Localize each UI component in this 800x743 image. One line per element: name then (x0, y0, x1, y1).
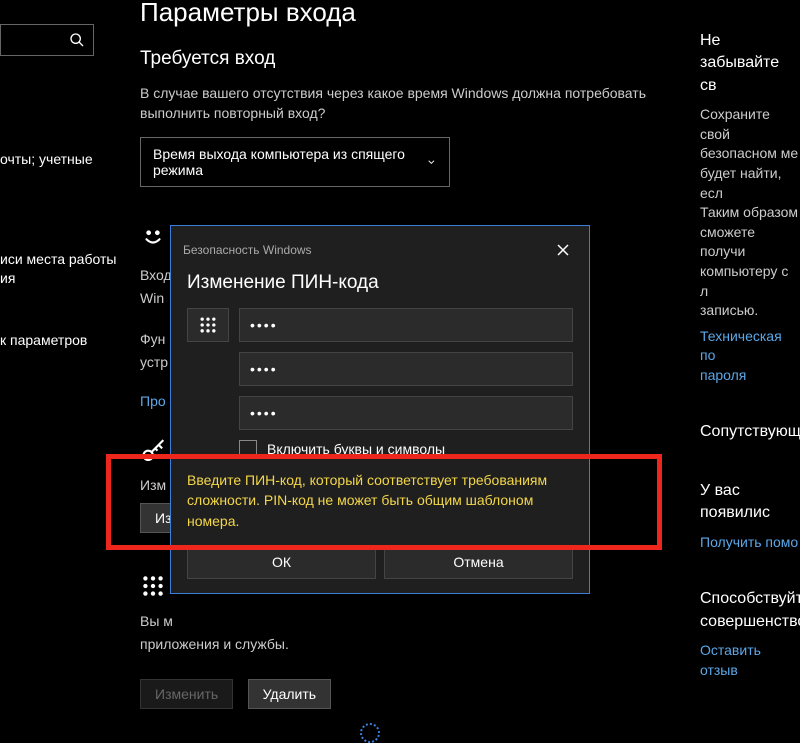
app-delete-button[interactable]: Удалить (248, 679, 331, 709)
left-sidebar: очты; учетные иси места работы ия к пара… (0, 150, 130, 392)
dropdown-label: Время выхода компьютера из спящего режим… (153, 146, 426, 178)
sidebar-item-accounts[interactable]: очты; учетные (0, 150, 130, 170)
right-heading-1: Не забывайте св (700, 30, 800, 97)
timeout-dropdown[interactable]: Время выхода компьютера из спящего режим… (140, 137, 450, 187)
pin-new-input[interactable] (239, 352, 573, 386)
key-icon (140, 439, 168, 467)
keypad-icon-large (140, 573, 166, 599)
section-login-required-text: В случае вашего отсутствия через какое в… (140, 84, 670, 123)
sidebar-item-work[interactable]: иси места работы ия (0, 250, 130, 289)
error-message: Введите ПИН-код, который соответствует т… (187, 470, 573, 531)
right-panel: Не забывайте св Сохраните свой безопасно… (700, 30, 800, 716)
pin-confirm-input[interactable] (239, 396, 573, 430)
chevron-down-icon (426, 156, 437, 168)
app-change-button: Изменить (140, 679, 233, 709)
app-text-1: Вы м (140, 611, 670, 632)
sidebar-item-params[interactable]: к параметров (0, 331, 130, 351)
pin-change-dialog: Безопасность Windows Изменение ПИН-кода … (170, 225, 590, 594)
right-link-4[interactable]: Оставить отзыв (700, 641, 800, 680)
include-letters-checkbox[interactable] (239, 440, 257, 458)
close-icon (557, 244, 569, 256)
loading-spinner (360, 723, 380, 743)
right-body-1: Сохраните свой безопасном ме будет найти… (700, 105, 800, 321)
cancel-button[interactable]: Отмена (384, 545, 573, 579)
right-link-1[interactable]: Техническая по пароля (700, 327, 800, 386)
section-login-required-title: Требуется вход (140, 48, 670, 70)
right-heading-4: Способствуйте совершенствов (700, 588, 800, 633)
checkbox-label: Включить буквы и символы (267, 441, 445, 457)
right-heading-3: У вас появилис (700, 480, 800, 525)
smiley-icon (140, 223, 166, 249)
close-button[interactable] (549, 236, 577, 264)
pin-current-input[interactable] (239, 308, 573, 342)
page-title: Параметры входа (140, 0, 670, 28)
right-link-3[interactable]: Получить помо (700, 533, 800, 553)
keypad-icon (198, 315, 218, 335)
search-icon (69, 32, 85, 48)
dialog-small-title: Безопасность Windows (183, 243, 312, 257)
right-heading-2: Сопутствующи (700, 421, 800, 443)
ok-button[interactable]: ОК (187, 545, 376, 579)
search-box[interactable] (0, 24, 94, 56)
dialog-title: Изменение ПИН-кода (171, 268, 589, 308)
keypad-icon-box (187, 308, 229, 342)
app-text-2: приложения и службы. (140, 634, 670, 655)
